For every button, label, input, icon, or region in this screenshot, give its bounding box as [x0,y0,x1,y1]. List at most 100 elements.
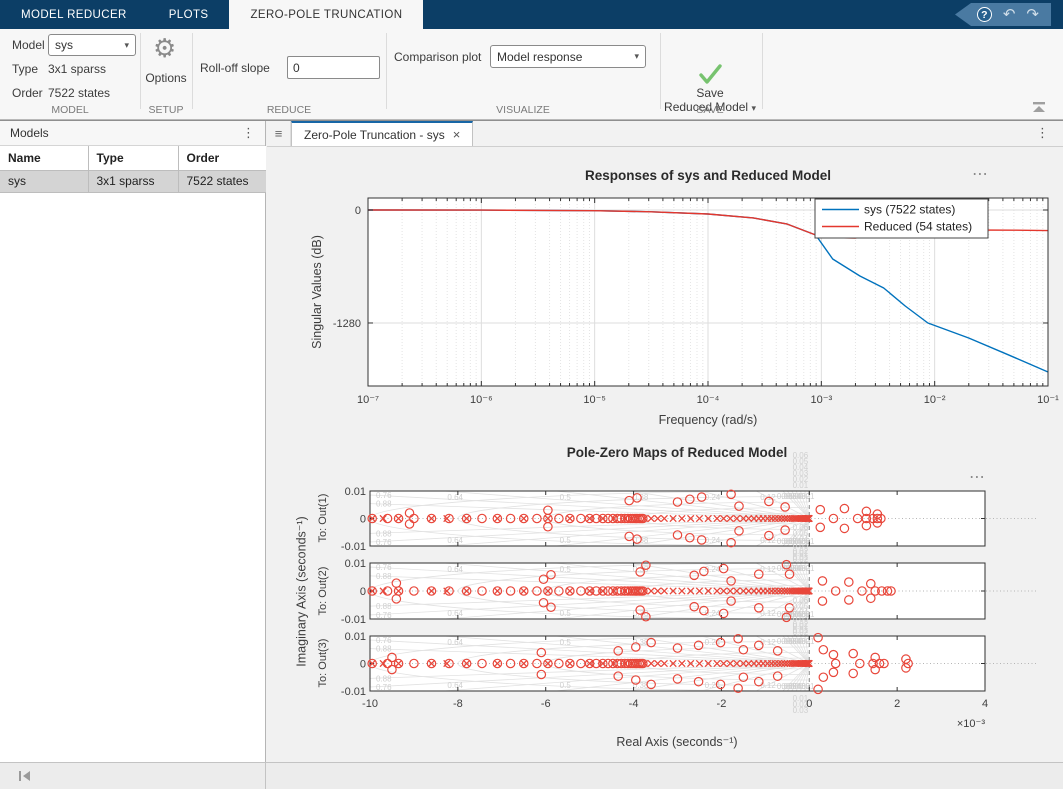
cell-order: 7522 states [178,170,266,192]
models-panel-title: Models [10,126,49,140]
tab-plots[interactable]: PLOTS [148,0,230,29]
svg-text:-4: -4 [629,698,639,710]
main-area: Models ⋮ Name Type Order sys 3x1 sparss … [0,120,1063,762]
svg-text:10⁻¹: 10⁻¹ [1037,394,1059,406]
kebab-menu-icon[interactable]: ⋮ [1036,125,1049,141]
document-tab-zero-pole-truncation[interactable]: Zero-Pole Truncation - sys × [291,121,473,146]
svg-text:10⁻⁴: 10⁻⁴ [697,394,720,406]
options-button[interactable]: Options [140,71,192,85]
check-icon [696,62,724,86]
column-type[interactable]: Type [88,146,178,170]
reduce-section-caption: REDUCE [192,104,386,116]
models-table-header: Name Type Order [0,146,266,170]
svg-text:0.88: 0.88 [376,674,392,683]
undo-icon[interactable]: ↶ [1003,7,1016,22]
column-name[interactable]: Name [0,146,88,170]
models-panel: Models ⋮ Name Type Order sys 3x1 sparss … [0,121,266,762]
svg-text:0.64: 0.64 [447,609,463,618]
svg-text:4: 4 [982,698,988,710]
comparison-plot-value: Model response [497,50,582,64]
quick-access-toolbar: ? ↶ ↷ [955,3,1051,26]
comparison-plot-label: Comparison plot [394,50,481,64]
collapse-panel-icon[interactable] [18,769,32,783]
svg-text:0.88: 0.88 [376,602,392,611]
svg-text:10⁻⁵: 10⁻⁵ [583,394,606,406]
svg-text:0: 0 [806,698,812,710]
svg-text:0.5: 0.5 [560,493,572,502]
document-tab-bar: ≡ Zero-Pole Truncation - sys × ⋮ [267,121,1063,147]
chart2-row-label-out2: To: Out(2) [317,551,329,631]
chevron-down-icon: ▾ [124,40,129,51]
chart2-options-icon[interactable]: ⋯ [964,472,992,484]
svg-text:-2: -2 [717,698,727,710]
table-row-sys[interactable]: sys 3x1 sparss 7522 states [0,170,266,192]
svg-text:sys (7522 states): sys (7522 states) [864,203,955,217]
collapse-ribbon-icon[interactable] [1031,101,1047,113]
document-area: ≡ Zero-Pole Truncation - sys × ⋮ 10⁻⁷ 10⁻… [267,121,1063,762]
type-label: Type [12,62,38,76]
order-label: Order [12,86,43,100]
tab-zero-pole-truncation[interactable]: ZERO-POLE TRUNCATION [229,0,423,29]
svg-text:0.06: 0.06 [777,682,793,691]
svg-text:-8: -8 [453,698,463,710]
roll-off-slope-label: Roll-off slope [200,61,270,75]
roll-off-slope-input[interactable] [287,56,380,79]
svg-text:0.5: 0.5 [560,609,572,618]
svg-text:0: 0 [360,586,366,598]
svg-text:0.5: 0.5 [560,536,572,545]
column-order[interactable]: Order [178,146,266,170]
visualize-section-caption: VISUALIZE [386,104,660,116]
chart2-title: Pole-Zero Maps of Reduced Model [427,445,927,460]
chart1-options-icon[interactable]: ⋯ [967,169,995,181]
model-dropdown[interactable]: sys ▾ [48,34,136,56]
svg-text:0.76: 0.76 [376,636,392,645]
svg-text:10⁻⁷: 10⁻⁷ [357,394,379,406]
document-tab-label: Zero-Pole Truncation - sys [304,128,445,142]
svg-text:0.76: 0.76 [376,563,392,572]
svg-text:0.64: 0.64 [447,493,463,502]
chart2-row-label-out3: To: Out(3) [317,623,329,703]
svg-text:0: 0 [360,514,366,526]
svg-text:-6: -6 [541,698,551,710]
save-section-caption: SAVE [660,104,760,116]
chart1-title: Responses of sys and Reduced Model [508,168,908,183]
tab-model-reducer[interactable]: MODEL REDUCER [0,0,148,29]
close-icon[interactable]: × [453,128,461,141]
document-list-icon[interactable]: ≡ [267,121,291,146]
section-divider [660,33,661,109]
svg-text:2: 2 [894,698,900,710]
svg-text:Reduced (54 states): Reduced (54 states) [864,220,972,234]
svg-text:0.24: 0.24 [705,493,721,502]
toolstrip-tab-bar: MODEL REDUCER PLOTS ZERO-POLE TRUNCATION… [0,0,1063,29]
svg-text:0.64: 0.64 [447,536,463,545]
svg-text:10⁻³: 10⁻³ [810,394,832,406]
svg-text:0.64: 0.64 [447,638,463,647]
chevron-down-icon: ▾ [634,51,639,62]
gear-icon[interactable]: ⚙ [153,35,176,61]
models-panel-header: Models ⋮ [0,121,265,146]
cell-name: sys [0,170,88,192]
redo-icon[interactable]: ↷ [1026,7,1039,22]
svg-text:-0.01: -0.01 [341,614,366,626]
chart2-row-label-out1: To: Out(1) [317,478,329,558]
save-button-line1: Save [662,86,758,100]
cell-type: 3x1 sparss [88,170,178,192]
svg-text:10⁻²: 10⁻² [924,394,946,406]
chart2-x-multiplier: ×10⁻³ [895,717,985,730]
help-icon[interactable]: ? [977,7,992,22]
type-value: 3x1 sparss [48,62,106,76]
section-divider [762,33,763,109]
figure-canvas[interactable]: 10⁻⁷10⁻⁶10⁻⁵10⁻⁴10⁻³10⁻²10⁻¹0-1280sys (7… [267,147,1063,763]
chart1-ylabel: Singular Values (dB) [310,172,324,412]
setup-section-caption: SETUP [140,104,192,116]
chart1-xlabel: Frequency (rad/s) [508,413,908,427]
svg-text:0.06: 0.06 [793,523,809,532]
kebab-menu-icon[interactable]: ⋮ [242,125,255,141]
model-dropdown-value: sys [55,38,73,52]
model-section-caption: MODEL [0,104,140,116]
comparison-plot-dropdown[interactable]: Model response ▾ [490,45,646,68]
svg-text:0.88: 0.88 [376,572,392,581]
svg-text:0.06: 0.06 [793,596,809,605]
status-bar [0,762,1063,789]
svg-text:0.88: 0.88 [376,529,392,538]
